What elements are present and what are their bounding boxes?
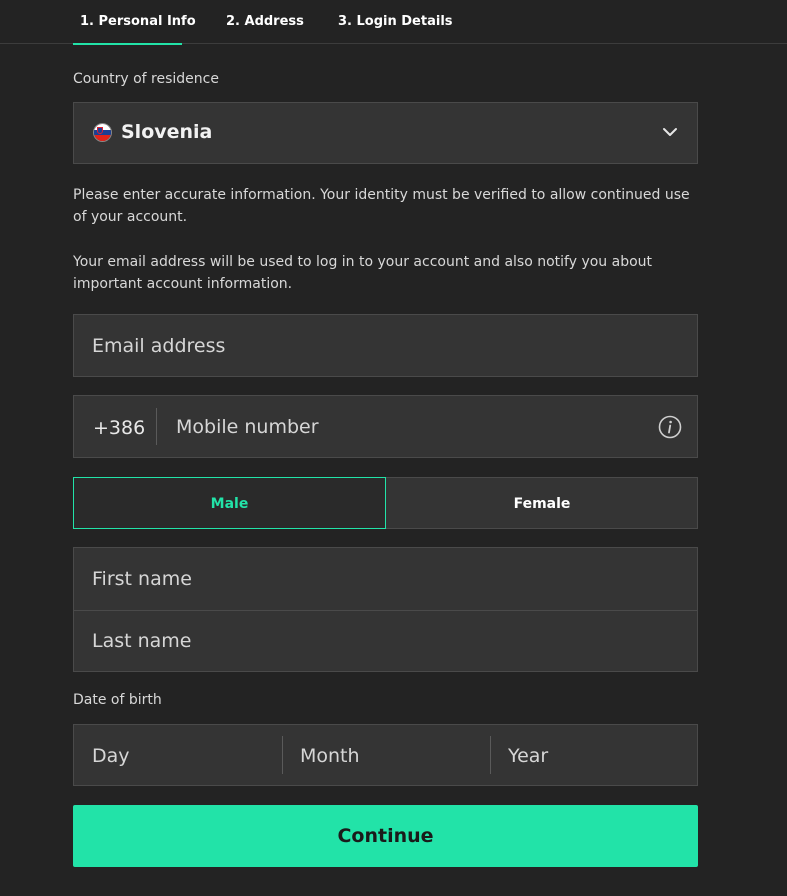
dob-year-placeholder: Year [508,745,549,767]
dob-day-placeholder: Day [92,745,130,767]
dob-day-select[interactable]: Day [74,725,282,785]
info-icon[interactable] [658,415,682,439]
slovenia-flag-icon [93,123,112,142]
dob-label: Date of birth [73,692,162,708]
tab-address[interactable]: 2. Address [226,0,304,44]
last-name-placeholder: Last name [92,630,192,652]
dob-month-select[interactable]: Month [283,725,490,785]
gender-male-button[interactable]: Male [73,477,386,529]
first-name-placeholder: First name [92,568,192,590]
country-select[interactable]: Slovenia [73,102,698,164]
country-label: Country of residence [73,71,219,87]
email-placeholder: Email address [92,335,226,357]
gender-female-button[interactable]: Female [386,478,698,530]
info-paragraph-email: Your email address will be used to log i… [73,254,653,292]
tab-login-details[interactable]: 3. Login Details [338,0,453,44]
dob-fields: Day Month Year [73,724,698,786]
last-name-field[interactable]: Last name [74,611,697,672]
continue-button[interactable]: Continue [73,805,698,867]
email-field[interactable]: Email address [73,314,698,377]
dob-year-select[interactable]: Year [491,725,697,785]
first-name-field[interactable]: First name [74,548,697,610]
info-paragraph-verification: Please enter accurate information. Your … [73,187,690,225]
country-code-prefix[interactable]: +386 [93,417,145,439]
gender-selector: Male Female [73,477,698,529]
name-fields: First name Last name [73,547,698,672]
dob-month-placeholder: Month [300,745,360,767]
mobile-placeholder: Mobile number [176,416,319,438]
country-value: Slovenia [121,121,213,143]
mobile-field[interactable]: +386 Mobile number [73,395,698,458]
tab-personal-info[interactable]: 1. Personal Info [73,0,196,45]
chevron-down-icon [663,128,677,136]
prefix-divider [156,408,157,445]
step-tabs: 1. Personal Info 2. Address 3. Login Det… [0,0,787,45]
